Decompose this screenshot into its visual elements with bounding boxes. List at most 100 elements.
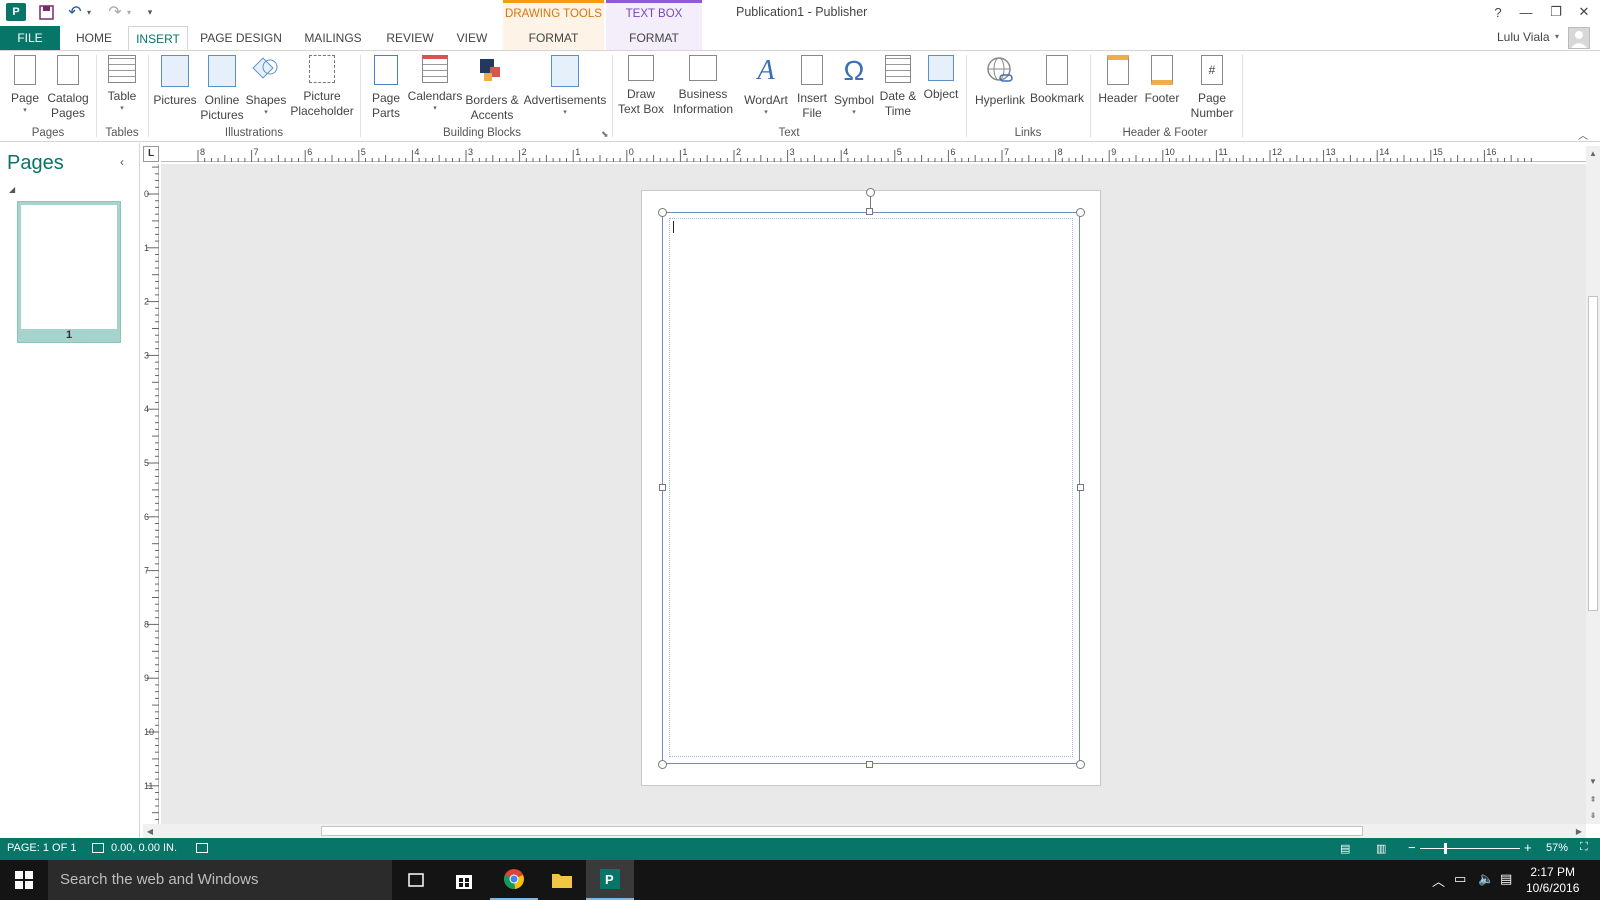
file-explorer-icon[interactable] (538, 860, 586, 900)
pictures-button[interactable]: Pictures (153, 55, 197, 108)
resize-handle-bottom-left[interactable] (658, 760, 667, 769)
symbol-button[interactable]: Ω Symbol ▾ (832, 55, 876, 118)
resize-handle-right[interactable] (1077, 484, 1084, 491)
page-parts-button[interactable]: Page Parts (368, 55, 404, 121)
zoom-slider[interactable] (1420, 848, 1520, 849)
tab-mailings[interactable]: MAILINGS (298, 26, 368, 50)
bookmark-button[interactable]: Bookmark (1030, 55, 1084, 106)
draw-text-box-button[interactable]: Draw Text Box (617, 55, 665, 117)
rotate-handle[interactable] (866, 188, 875, 197)
pages-pane-collapse-icon[interactable]: ‹ (120, 155, 124, 169)
undo-icon[interactable]: ↶ (66, 2, 84, 22)
calendars-icon (422, 55, 448, 83)
advertisements-button[interactable]: Advertisements ▾ (522, 55, 608, 118)
horizontal-ruler[interactable]: 8 7 6 5 4 3 2 1 0 1 2 3 4 5 6 7 8 9 10 11 12 13 14 15 16 (161, 146, 1586, 162)
previous-page-icon[interactable]: ⇞ (1586, 792, 1600, 806)
restore-icon[interactable]: ❐ (1544, 2, 1568, 22)
undo-dropdown-icon[interactable]: ▾ (84, 2, 94, 22)
windows-start-icon[interactable] (0, 860, 48, 900)
minimize-icon[interactable]: — (1514, 2, 1538, 22)
date-time-button[interactable]: Date & Time (878, 55, 918, 119)
tab-drawing-format[interactable]: FORMAT (503, 26, 604, 50)
scroll-up-icon[interactable]: ▲ (1586, 146, 1600, 160)
single-page-view-icon[interactable]: ▤ (1340, 842, 1350, 855)
calendars-button[interactable]: Calendars ▾ (408, 55, 462, 114)
customize-qat-icon[interactable]: ▾ (143, 2, 157, 22)
wordart-button[interactable]: A WordArt ▾ (742, 55, 790, 118)
chrome-icon[interactable] (490, 860, 538, 900)
tab-page-design[interactable]: PAGE DESIGN (198, 26, 284, 50)
resize-handle-top-right[interactable] (1076, 208, 1085, 217)
vertical-scroll-thumb[interactable] (1588, 296, 1598, 611)
publisher-taskbar-icon[interactable]: P (586, 860, 634, 900)
horizontal-scroll-thumb[interactable] (321, 826, 1363, 836)
table-button[interactable]: Table ▾ (104, 55, 140, 114)
hyperlink-button[interactable]: Hyperlink (972, 55, 1028, 108)
network-icon[interactable]: ▭ (1454, 871, 1466, 887)
user-name[interactable]: Lulu Viala (1497, 30, 1550, 44)
two-page-view-icon[interactable]: ▥ (1376, 842, 1386, 855)
scroll-down-icon[interactable]: ▼ (1586, 774, 1600, 788)
resize-handle-top[interactable] (866, 208, 873, 215)
resize-handle-bottom-right[interactable] (1076, 760, 1085, 769)
online-pictures-button[interactable]: Online Pictures (200, 55, 244, 123)
store-icon[interactable] (440, 860, 488, 900)
zoom-out-icon[interactable]: − (1408, 840, 1416, 855)
tab-view[interactable]: VIEW (450, 26, 494, 50)
fit-page-icon[interactable]: ⛶ (1580, 841, 1588, 854)
page-button[interactable]: Page ▾ (8, 55, 42, 116)
tray-chevron-icon[interactable]: ︿ (1432, 871, 1445, 890)
zoom-slider-thumb[interactable] (1444, 843, 1447, 854)
footer-button[interactable]: Footer (1142, 55, 1182, 106)
taskbar-search-box[interactable]: Search the web and Windows (48, 860, 392, 900)
tab-selector[interactable]: L (143, 146, 159, 162)
resize-handle-top-left[interactable] (658, 208, 667, 217)
header-button[interactable]: Header (1096, 55, 1140, 106)
action-center-icon[interactable]: ▤ (1500, 871, 1512, 887)
object-button[interactable]: Object (920, 55, 962, 102)
building-blocks-launcher-icon[interactable]: ⬊ (601, 129, 609, 140)
user-dropdown-icon[interactable]: ▾ (1555, 32, 1559, 41)
horizontal-scrollbar[interactable]: ◀ ▶ (143, 824, 1586, 838)
ruler-tick-label: 6 (950, 147, 955, 157)
save-icon[interactable] (36, 2, 56, 22)
volume-icon[interactable]: 🔈 (1478, 871, 1494, 887)
taskbar-clock[interactable]: 2:17 PM 10/6/2016 (1526, 864, 1579, 896)
vertical-ruler[interactable]: 0 1 2 3 4 5 6 7 8 9 10 11 (143, 164, 159, 824)
page-number-button[interactable]: # Page Number (1186, 55, 1238, 121)
publication-canvas[interactable] (161, 164, 1586, 824)
resize-handle-left[interactable] (659, 484, 666, 491)
picture-placeholder-button[interactable]: Picture Placeholder (288, 55, 356, 119)
header-icon (1107, 55, 1129, 85)
scroll-right-icon[interactable]: ▶ (1572, 824, 1586, 838)
page-parts-icon (374, 55, 398, 85)
status-page[interactable]: PAGE: 1 OF 1 (7, 842, 77, 854)
tab-home[interactable]: HOME (67, 26, 121, 50)
page-thumbnail[interactable]: 1 (17, 201, 121, 343)
help-icon[interactable]: ? (1486, 2, 1510, 22)
redo-dropdown-icon[interactable]: ▾ (124, 2, 134, 22)
vertical-scrollbar[interactable]: ▲ ▼ ⇞ ⇟ (1586, 146, 1600, 824)
business-information-button[interactable]: Business Information (666, 55, 740, 117)
redo-icon[interactable]: ↷ (106, 2, 124, 22)
text-box[interactable] (662, 212, 1080, 764)
resize-handle-bottom[interactable] (866, 761, 873, 768)
collapse-ribbon-icon[interactable]: ︿ (1578, 127, 1588, 142)
next-page-icon[interactable]: ⇟ (1586, 808, 1600, 822)
scroll-left-icon[interactable]: ◀ (143, 824, 157, 838)
close-icon[interactable]: ✕ (1572, 2, 1596, 22)
tab-textbox-format[interactable]: FORMAT (606, 26, 702, 50)
tab-review[interactable]: REVIEW (380, 26, 440, 50)
section-expand-icon[interactable]: ◢ (9, 185, 15, 194)
shapes-button[interactable]: Shapes ▾ (246, 55, 286, 118)
zoom-in-icon[interactable]: + (1524, 840, 1532, 855)
ruler-tick-label: 7 (254, 147, 259, 157)
borders-accents-button[interactable]: Borders & Accents (464, 55, 520, 123)
insert-file-button[interactable]: Insert File (794, 55, 830, 121)
catalog-pages-button[interactable]: Catalog Pages (47, 55, 89, 121)
tab-file[interactable]: FILE (0, 26, 60, 50)
user-avatar[interactable] (1568, 27, 1590, 49)
zoom-level[interactable]: 57% (1546, 842, 1568, 854)
tab-insert[interactable]: INSERT (128, 26, 188, 51)
task-view-icon[interactable] (392, 860, 440, 900)
